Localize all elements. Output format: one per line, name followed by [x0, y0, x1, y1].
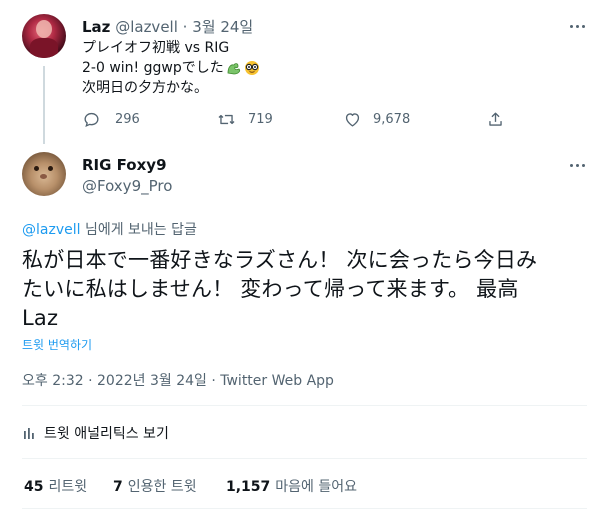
parent-text-line-3: 次明日の夕方かな。 — [82, 80, 208, 96]
likes-stat-count: 1,157 — [226, 479, 271, 495]
reply-count: 296 — [115, 112, 140, 127]
retweets-stat-count: 45 — [24, 479, 44, 495]
thread-line — [43, 66, 45, 144]
retweet-button[interactable]: 719 — [217, 110, 273, 129]
quotes-stat-count: 7 — [113, 479, 123, 495]
parent-text-line-2: 2-0 win! ggwpでした — [82, 60, 224, 76]
retweets-stat[interactable]: 45 리트윗 — [24, 476, 87, 496]
analytics-link[interactable]: 트윗 애널리틱스 보기 — [22, 423, 169, 443]
retweet-icon — [218, 114, 235, 125]
parent-display-name[interactable]: Laz — [82, 18, 110, 36]
reply-button[interactable]: 296 — [82, 110, 140, 129]
parent-date[interactable]: 3월 24일 — [192, 18, 253, 36]
retweets-stat-label: 리트윗 — [48, 479, 88, 495]
like-button[interactable]: 9,678 — [343, 110, 410, 129]
heart-icon — [345, 113, 360, 127]
main-text-line-3: Laz — [22, 306, 59, 330]
parent-text-line-1: プレイオフ初戦 vs RIG — [82, 40, 230, 56]
divider — [22, 508, 587, 509]
foxy9-avatar[interactable] — [22, 152, 66, 196]
divider — [22, 405, 587, 406]
main-tweet-text: 私が日本で一番好きなラズさん！ 次に会ったら今日み たいに私はしません！ 変わっ… — [22, 246, 537, 333]
divider — [22, 458, 587, 459]
likes-stat[interactable]: 1,157 마음에 들어요 — [226, 476, 357, 496]
share-icon — [489, 112, 502, 126]
nerd-face-icon — [244, 61, 259, 75]
tweet-timestamp[interactable]: 오후 2:32 · 2022년 3월 24일 · Twitter Web App — [22, 370, 334, 390]
reply-icon — [84, 112, 99, 128]
analytics-label: 트윗 애널리틱스 보기 — [44, 426, 169, 442]
separator-dot: · — [182, 18, 188, 36]
reply-to-handle-link[interactable]: @lazvell — [22, 222, 81, 238]
likes-stat-label: 마음에 들어요 — [275, 479, 358, 495]
main-text-line-1: 私が日本で一番好きなラズさん！ 次に会ったら今日み — [22, 248, 538, 272]
quotes-stat[interactable]: 7 인용한 트윗 — [113, 476, 197, 496]
parent-handle[interactable]: @lazvell — [115, 18, 178, 36]
reply-to-label: 님에게 보내는 답글 — [84, 222, 197, 238]
parent-tweet-text: プレイオフ初戦 vs RIG 2-0 win! ggwpでした 次明日の夕方かな… — [82, 38, 260, 98]
laz-avatar[interactable] — [22, 14, 66, 58]
main-display-name[interactable]: RIG Foxy9 — [82, 156, 167, 174]
main-text-line-2: たいに私はしません！ 変わって帰って来ます。 最高 — [22, 277, 519, 301]
translate-tweet-link[interactable]: 트윗 번역하기 — [22, 336, 92, 353]
quotes-stat-label: 인용한 트윗 — [127, 479, 197, 495]
retweet-count: 719 — [248, 112, 273, 127]
muscle-icon — [227, 63, 240, 75]
share-button[interactable] — [486, 110, 519, 129]
analytics-icon — [24, 428, 34, 439]
main-handle[interactable]: @Foxy9_Pro — [82, 177, 172, 195]
main-more-button[interactable] — [567, 155, 587, 175]
parent-more-button[interactable] — [567, 16, 587, 36]
like-count: 9,678 — [373, 112, 411, 127]
